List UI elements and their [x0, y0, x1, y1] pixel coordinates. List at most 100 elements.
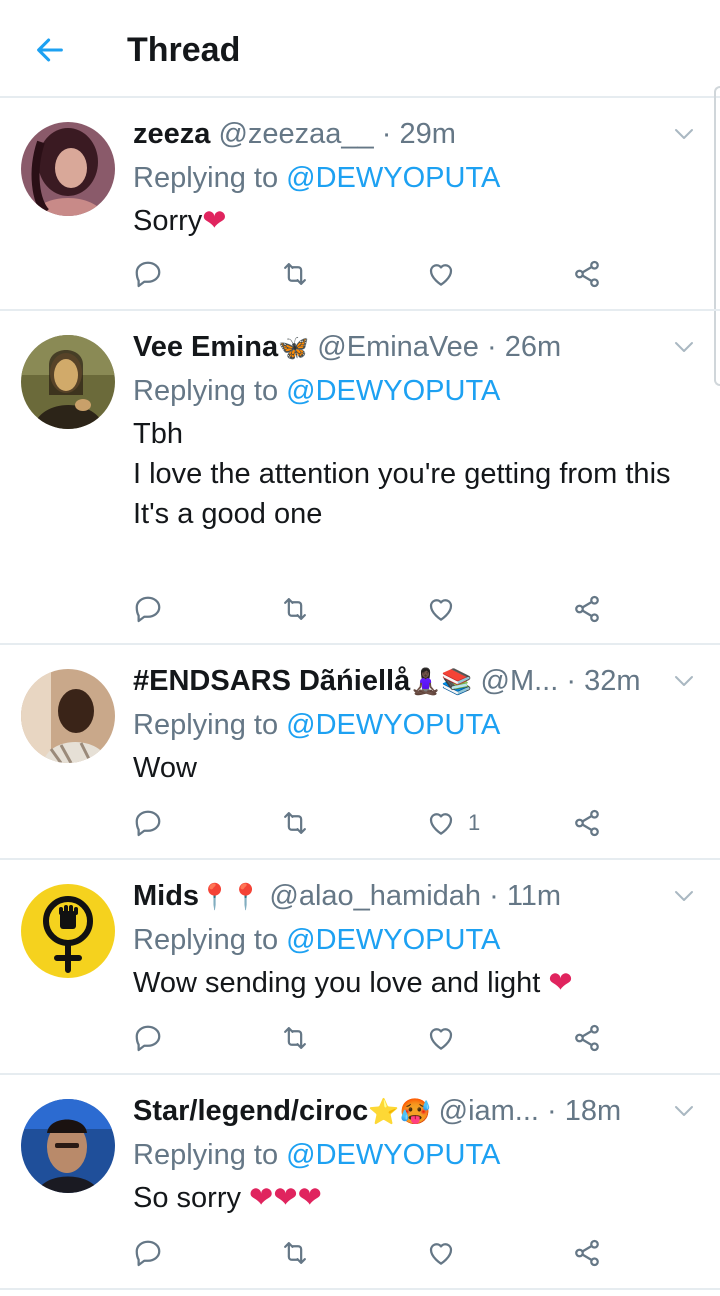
share-icon — [575, 809, 599, 837]
retweet-button[interactable] — [279, 254, 311, 294]
tweet-item[interactable]: #ENDSARS Dãńiellå🧘🏿‍♀️📚 @M... · 32m Repl… — [0, 645, 720, 860]
heart-outline-icon — [429, 1243, 453, 1265]
heart-emoji: ❤❤❤ — [249, 1182, 322, 1214]
retweet-icon — [284, 263, 306, 285]
replying-prefix: Replying to — [133, 1139, 279, 1171]
tweet-text-body: Sorry — [133, 205, 203, 237]
chevron-down-icon[interactable] — [672, 335, 696, 359]
tweet-actions — [133, 1018, 613, 1058]
reply-button[interactable] — [133, 1018, 163, 1058]
tweet-item[interactable]: zeeza @zeezaa__ · 29m Replying to @DEWYO… — [0, 98, 720, 311]
mention-link[interactable]: @DEWYOPUTA — [286, 375, 500, 407]
share-button[interactable] — [572, 1233, 602, 1273]
reply-button[interactable] — [133, 803, 163, 843]
tweet-text: So sorry ❤❤❤ — [133, 1178, 700, 1218]
share-icon — [575, 1239, 599, 1267]
tweet-text-body: So sorry — [133, 1182, 250, 1214]
author-handle[interactable]: @M... — [481, 665, 559, 697]
timestamp: 18m — [564, 1095, 622, 1127]
author-handle[interactable]: @EminaVee — [317, 331, 479, 363]
chevron-down-icon[interactable] — [672, 884, 696, 908]
tweet-actions: 1 — [133, 803, 613, 843]
share-button[interactable] — [572, 803, 602, 843]
separator-dot: · — [566, 665, 577, 697]
tweet-text: Wow sending you love and light ❤ — [133, 963, 700, 1003]
mention-link[interactable]: @DEWYOPUTA — [286, 1139, 500, 1171]
replying-prefix: Replying to — [133, 924, 279, 956]
replying-prefix: Replying to — [133, 375, 279, 407]
mention-link[interactable]: @DEWYOPUTA — [286, 709, 500, 741]
tweet-text: Wow — [133, 748, 700, 788]
like-button[interactable] — [426, 254, 468, 294]
chevron-down-icon[interactable] — [672, 1099, 696, 1123]
like-button[interactable] — [426, 1018, 468, 1058]
share-button[interactable] — [572, 589, 602, 629]
avatar[interactable] — [21, 122, 115, 216]
retweet-icon — [284, 598, 306, 620]
heart-emoji: ❤ — [202, 205, 227, 237]
reply-icon — [135, 596, 161, 623]
author-name[interactable]: Star/legend/ciroc — [133, 1095, 368, 1127]
author-emoji: 🦋 — [278, 334, 310, 362]
tweet-actions — [133, 254, 613, 294]
reply-button[interactable] — [133, 1233, 163, 1273]
chevron-down-icon[interactable] — [672, 669, 696, 693]
thread-feed: zeeza @zeezaa__ · 29m Replying to @DEWYO… — [0, 98, 720, 1290]
like-button[interactable] — [426, 1233, 468, 1273]
author-name[interactable]: #ENDSARS Dãńiellå — [133, 665, 410, 697]
tweet-text: Tbh I love the attention you're getting … — [133, 414, 700, 534]
author-name[interactable]: Vee Emina — [133, 331, 278, 363]
author-emoji: 📍📍 — [199, 883, 262, 911]
author-handle[interactable]: @zeezaa__ — [218, 118, 373, 150]
like-count: 1 — [468, 810, 481, 835]
tweet-item[interactable]: Mids📍📍 @alao_hamidah · 11m Replying to @… — [0, 860, 720, 1075]
chevron-down-icon[interactable] — [672, 122, 696, 146]
top-bar: Thread — [0, 0, 720, 98]
share-icon — [575, 260, 599, 288]
share-icon — [575, 595, 599, 623]
tweet-text-body: Wow — [133, 752, 197, 784]
retweet-button[interactable] — [279, 803, 311, 843]
tweet-actions — [133, 589, 613, 629]
timestamp: 11m — [506, 880, 562, 912]
reply-icon — [135, 1025, 161, 1052]
heart-outline-icon — [429, 813, 453, 835]
retweet-icon — [284, 812, 306, 834]
tweet-item[interactable]: Star/legend/ciroc⭐🥵 @iam... · 18m Replyi… — [0, 1075, 720, 1290]
tweet-actions — [133, 1233, 613, 1273]
retweet-icon — [284, 1027, 306, 1049]
reply-button[interactable] — [133, 254, 163, 294]
share-button[interactable] — [572, 254, 602, 294]
retweet-button[interactable] — [279, 1018, 311, 1058]
avatar[interactable] — [21, 335, 115, 429]
like-button[interactable]: 1 — [426, 803, 480, 843]
share-button[interactable] — [572, 1018, 602, 1058]
replying-to: Replying to @DEWYOPUTA — [133, 157, 700, 199]
author-name[interactable]: Mids — [133, 880, 199, 912]
mention-link[interactable]: @DEWYOPUTA — [286, 924, 500, 956]
heart-emoji: ❤ — [548, 967, 573, 999]
reply-button[interactable] — [133, 589, 163, 629]
share-icon — [575, 1024, 599, 1052]
replying-to: Replying to @DEWYOPUTA — [133, 704, 700, 746]
heart-outline-icon — [429, 599, 453, 621]
avatar[interactable] — [21, 1099, 115, 1193]
tweet-item[interactable]: Vee Emina🦋 @EminaVee · 26m Replying to @… — [0, 311, 720, 645]
author-handle[interactable]: @alao_hamidah — [269, 880, 481, 912]
reply-icon — [135, 810, 161, 837]
avatar[interactable] — [21, 884, 115, 978]
mention-link[interactable]: @DEWYOPUTA — [286, 162, 500, 194]
author-name[interactable]: zeeza — [133, 118, 210, 150]
retweet-button[interactable] — [279, 589, 311, 629]
retweet-button[interactable] — [279, 1233, 311, 1273]
timestamp: 29m — [399, 118, 456, 150]
replying-to: Replying to @DEWYOPUTA — [133, 370, 700, 412]
back-button[interactable] — [28, 28, 72, 72]
separator-dot: · — [381, 118, 392, 150]
timestamp: 26m — [504, 331, 562, 363]
author-emoji: ⭐🥵 — [368, 1098, 431, 1126]
avatar[interactable] — [21, 669, 115, 763]
author-handle[interactable]: @iam... — [439, 1095, 539, 1127]
replying-prefix: Replying to — [133, 162, 279, 194]
like-button[interactable] — [426, 589, 468, 629]
